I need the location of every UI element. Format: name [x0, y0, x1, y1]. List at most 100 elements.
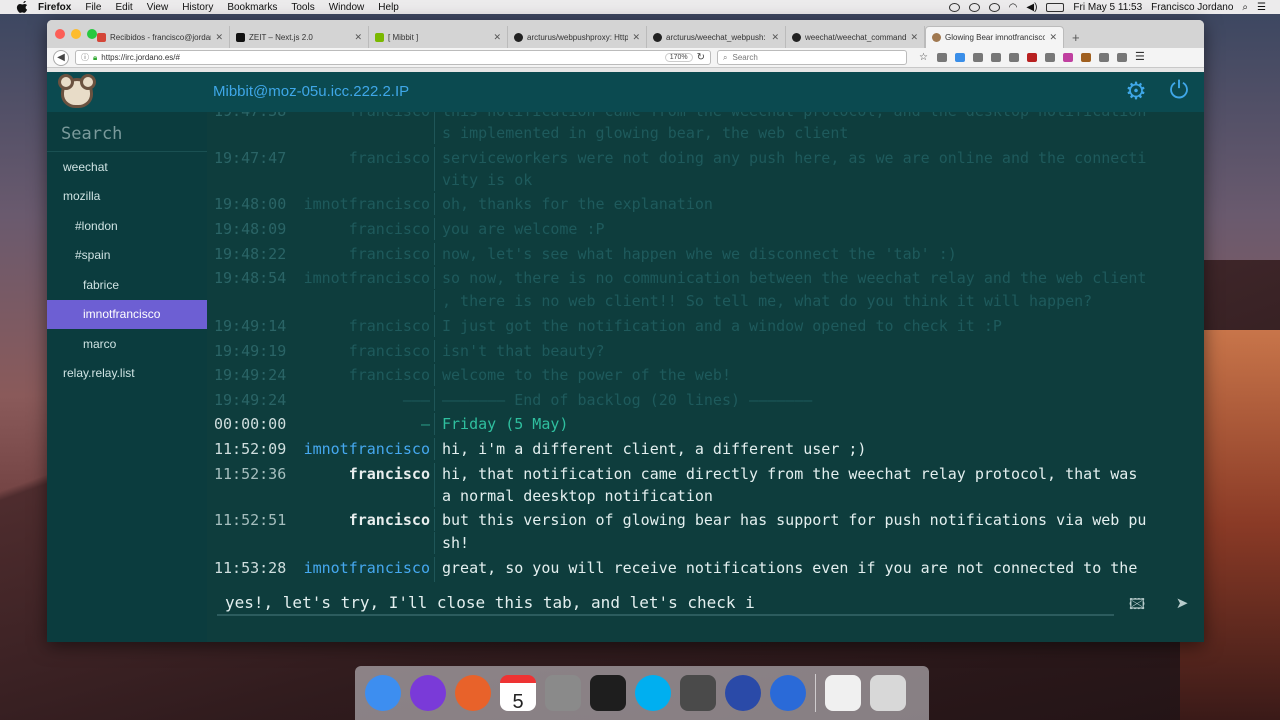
volume-icon[interactable]: ◀): [1026, 2, 1037, 13]
url-bar[interactable]: ⓘ 🔒︎ https://irc.jordano.es/# 170% ↻: [75, 50, 711, 65]
close-tab-icon[interactable]: ✕: [910, 32, 918, 43]
info-icon[interactable]: ⓘ: [81, 52, 89, 63]
new-tab-button[interactable]: +: [1072, 30, 1080, 45]
line-nick[interactable]: francisco: [297, 340, 434, 362]
tab-weechat-webpush[interactable]: arcturus/weechat_webpush: a ✕: [647, 26, 786, 48]
line-nick[interactable]: francisco: [297, 364, 434, 386]
documents-icon[interactable]: [825, 675, 861, 711]
url-text[interactable]: https://irc.jordano.es/#: [101, 53, 660, 62]
firefox-icon[interactable]: [455, 675, 491, 711]
siri-icon[interactable]: [410, 675, 446, 711]
tab-glowing-bear[interactable]: Glowing Bear imnotfrancisco ✕: [925, 26, 1064, 48]
bookmark-star-icon[interactable]: ☆: [919, 53, 929, 63]
record-icon[interactable]: [948, 2, 960, 12]
tab-mibbit[interactable]: [ Mibbit ] ✕: [369, 26, 508, 48]
user-name[interactable]: Francisco Jordano: [1151, 2, 1233, 13]
home-icon[interactable]: [973, 53, 983, 62]
close-window-button[interactable]: [55, 29, 65, 39]
extension-icon[interactable]: [1117, 53, 1127, 62]
buffer-sidebar: Search weechat mozilla #london #spain fa…: [47, 112, 207, 642]
sidebar-item-imnotfrancisco[interactable]: imnotfrancisco: [47, 299, 207, 329]
zoom-indicator[interactable]: 170%: [664, 53, 693, 62]
close-tab-icon[interactable]: ✕: [493, 32, 501, 43]
line-nick[interactable]: francisco: [297, 315, 434, 337]
paint-icon[interactable]: [1063, 53, 1073, 62]
line-nick[interactable]: francisco: [297, 243, 434, 265]
system-preferences-icon[interactable]: [545, 675, 581, 711]
extension-icon[interactable]: [1009, 53, 1019, 62]
menu-history[interactable]: History: [182, 2, 213, 13]
sidebar-item-weechat[interactable]: weechat: [47, 152, 207, 182]
trash-icon[interactable]: [870, 675, 906, 711]
disconnect-power-icon[interactable]: ⏻: [1166, 78, 1192, 104]
sidebar-item-fabrice[interactable]: fabrice: [47, 270, 207, 300]
spotlight-icon[interactable]: ⌕: [1242, 2, 1248, 13]
notification-center-icon[interactable]: ☰: [1257, 2, 1266, 13]
terminal-icon[interactable]: [590, 675, 626, 711]
sidebar-item-spain[interactable]: #spain: [47, 241, 207, 271]
buffer-search[interactable]: Search: [47, 112, 207, 152]
apple-icon[interactable]: [16, 1, 30, 13]
search-input[interactable]: ⌕ Search: [717, 50, 907, 65]
line-nick[interactable]: –: [297, 413, 434, 435]
sidebar-item-marco[interactable]: marco: [47, 329, 207, 359]
back-button[interactable]: ◀: [53, 49, 69, 66]
menu-window[interactable]: Window: [329, 2, 365, 13]
menu-help[interactable]: Help: [378, 2, 399, 13]
menu-edit[interactable]: Edit: [115, 2, 132, 13]
finder-icon[interactable]: [365, 675, 401, 711]
pocket-icon[interactable]: [991, 53, 1001, 62]
line-nick[interactable]: francisco: [297, 463, 434, 485]
line-nick[interactable]: imnotfrancisco: [297, 267, 434, 289]
settings-gear-icon[interactable]: ⚙: [1124, 80, 1148, 104]
line-nick[interactable]: francisco: [297, 218, 434, 240]
sync-icon[interactable]: [968, 2, 980, 12]
menu-app-name[interactable]: Firefox: [38, 2, 71, 13]
close-tab-icon[interactable]: ✕: [1049, 32, 1057, 43]
menu-view[interactable]: View: [147, 2, 169, 13]
send-icon[interactable]: ➤: [1172, 594, 1192, 612]
ublock-icon[interactable]: [1027, 53, 1037, 62]
line-nick[interactable]: imnotfrancisco: [297, 438, 434, 460]
line-nick[interactable]: francisco: [297, 509, 434, 531]
buffer-title: Mibbit@moz-05u.icc.222.2.IP: [213, 83, 410, 100]
clock[interactable]: Fri May 5 11:53: [1073, 2, 1142, 13]
sidebar-item-london[interactable]: #london: [47, 211, 207, 241]
download-icon[interactable]: [955, 53, 965, 62]
message-input[interactable]: yes!, let's try, I'll close this tab, an…: [217, 590, 1114, 616]
reading-list-icon[interactable]: [937, 53, 947, 62]
line-nick[interactable]: imnotfrancisco: [297, 193, 434, 215]
battery-icon[interactable]: [1046, 2, 1065, 12]
tab-webpushproxy[interactable]: arcturus/webpushproxy: Http ✕: [508, 26, 647, 48]
calendar-icon[interactable]: 5: [500, 675, 536, 713]
wifi-icon[interactable]: ◠: [1009, 2, 1018, 13]
firefox-nightly-icon[interactable]: [725, 675, 761, 711]
tab-gmail[interactable]: Recibidos - francisco@jordano.es ✕: [91, 26, 230, 48]
status-icon[interactable]: [988, 2, 1000, 12]
tab-zeit[interactable]: ZEIT – Next.js 2.0 ✕: [230, 26, 369, 48]
sidebar-item-relay-list[interactable]: relay.relay.list: [47, 359, 207, 389]
menu-tools[interactable]: Tools: [291, 2, 314, 13]
sidebar-item-mozilla[interactable]: mozilla: [47, 182, 207, 212]
skype-icon[interactable]: [635, 675, 671, 711]
line-nick[interactable]: francisco: [297, 112, 434, 122]
line-nick[interactable]: francisco: [297, 147, 434, 169]
hamburger-menu-icon[interactable]: ☰: [1135, 52, 1145, 63]
extension-icon[interactable]: [1081, 53, 1091, 62]
tab-weechat-commands[interactable]: weechat/weechat_commands ✕: [786, 26, 925, 48]
close-tab-icon[interactable]: ✕: [215, 32, 223, 43]
line-nick[interactable]: ———: [297, 389, 434, 411]
menu-file[interactable]: File: [85, 2, 101, 13]
close-tab-icon[interactable]: ✕: [771, 32, 779, 43]
reload-icon[interactable]: ↻: [697, 52, 705, 63]
extension-icon[interactable]: [1099, 53, 1109, 62]
close-tab-icon[interactable]: ✕: [354, 32, 362, 43]
minimize-window-button[interactable]: [71, 29, 81, 39]
image-upload-icon[interactable]: 🖾: [1127, 594, 1147, 613]
extension-icon[interactable]: [1045, 53, 1055, 62]
sublime-text-icon[interactable]: [680, 675, 716, 711]
close-tab-icon[interactable]: ✕: [632, 32, 640, 43]
line-nick[interactable]: imnotfrancisco: [297, 557, 434, 579]
menu-bookmarks[interactable]: Bookmarks: [227, 2, 277, 13]
quicktime-icon[interactable]: [770, 675, 806, 711]
